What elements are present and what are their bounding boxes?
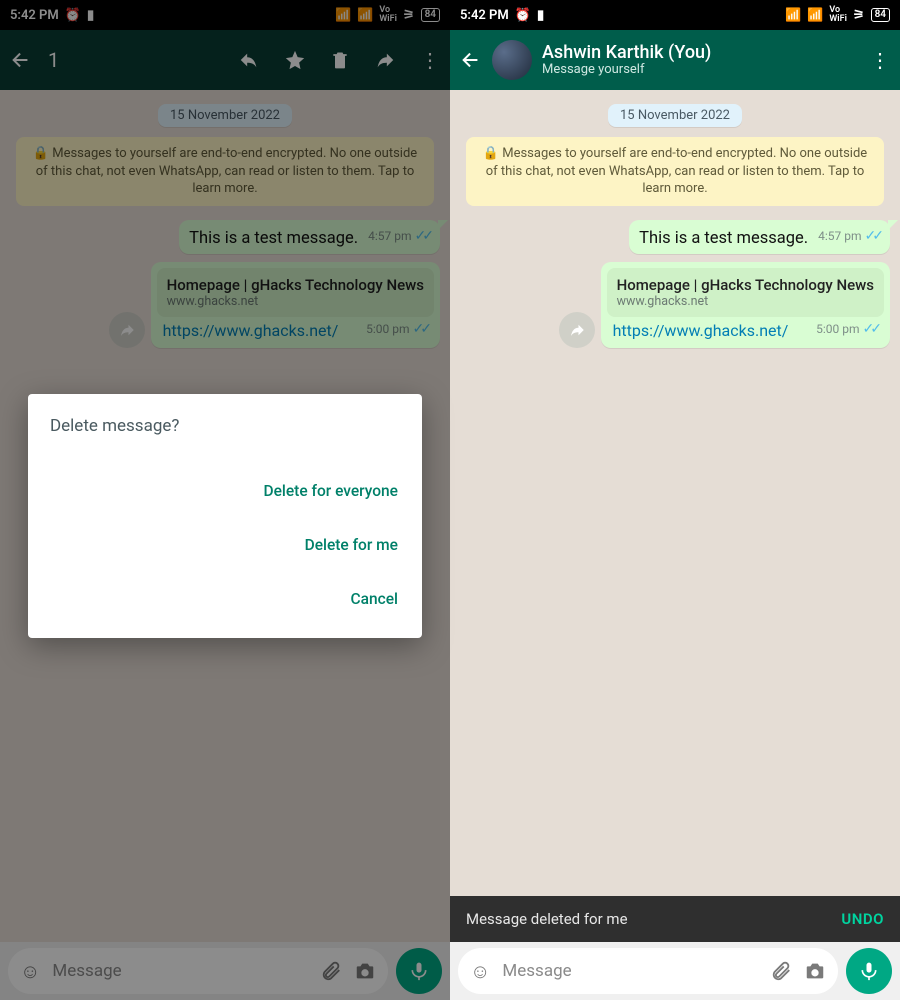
alarm-icon: ⏰ [515, 8, 531, 23]
vowifi-icon: VoWiFi [379, 6, 397, 24]
wifi-icon: ⚞ [853, 8, 865, 23]
input-placeholder: Message [502, 961, 758, 981]
message-time: 4:57 pm [818, 229, 861, 243]
dialog-title: Delete message? [50, 416, 400, 436]
undo-button[interactable]: UNDO [841, 910, 884, 928]
read-ticks-icon: ✓✓ [865, 228, 880, 244]
camera-icon[interactable] [804, 960, 826, 982]
attach-icon[interactable] [320, 960, 342, 982]
status-bar: 5:42 PM ⏰ ▮ 📶 📶 VoWiFi ⚞ 84 [450, 0, 900, 30]
message-input[interactable]: ☺ Message [8, 948, 388, 994]
back-button[interactable] [10, 49, 38, 71]
message-bubble[interactable]: This is a test message. 4:57 pm ✓✓ [179, 220, 440, 254]
forward-badge-icon[interactable] [109, 312, 145, 348]
message-bubble[interactable]: Homepage | gHacks Technology News www.gh… [601, 262, 890, 348]
input-placeholder: Message [52, 961, 308, 981]
vowifi-icon: VoWiFi [829, 6, 847, 24]
delete-dialog: Delete message? Delete for everyone Dele… [28, 394, 422, 638]
message-time: 5:00 pm [816, 322, 859, 336]
snackbar-text: Message deleted for me [466, 910, 628, 928]
battery-indicator: 84 [871, 8, 890, 22]
input-bar: ☺ Message [450, 942, 900, 1000]
input-bar: ☺ Message [0, 942, 450, 1000]
date-chip: 15 November 2022 [608, 104, 742, 127]
contact-subtitle: Message yourself [542, 63, 870, 77]
date-chip: 15 November 2022 [158, 104, 292, 127]
link-preview[interactable]: Homepage | gHacks Technology News www.gh… [607, 268, 884, 317]
avatar[interactable] [492, 40, 532, 80]
selection-app-bar: 1 ⋮ [0, 30, 450, 90]
wifi-icon: ⚞ [403, 8, 415, 23]
more-icon[interactable]: ⋮ [420, 48, 440, 72]
camera-icon[interactable] [354, 960, 376, 982]
message-text: This is a test message. [189, 229, 358, 248]
signal-icon: 📶 [357, 8, 373, 23]
status-bar: 5:42 PM ⏰ ▮ 📶 📶 VoWiFi ⚞ 84 [0, 0, 450, 30]
read-ticks-icon: ✓✓ [415, 228, 430, 244]
clock-time: 5:42 PM [10, 8, 59, 23]
encryption-banner[interactable]: 🔒 Messages to yourself are end-to-end en… [16, 137, 434, 206]
signal-icon: 📶 [785, 8, 801, 23]
attach-icon[interactable] [770, 960, 792, 982]
message-link[interactable]: https://www.ghacks.net/ [613, 321, 789, 340]
signal-icon: 📶 [807, 8, 823, 23]
signal-icon: 📶 [335, 8, 351, 23]
link-preview-title: Homepage | gHacks Technology News [167, 276, 424, 294]
message-bubble[interactable]: This is a test message. 4:57 pm ✓✓ [629, 220, 890, 254]
chat-app-bar: Ashwin Karthik (You) Message yourself ⋮ [450, 30, 900, 90]
selection-count: 1 [48, 48, 238, 72]
reply-icon[interactable] [238, 49, 260, 71]
battery-indicator: 84 [421, 8, 440, 22]
contact-name: Ashwin Karthik (You) [542, 43, 870, 63]
cancel-button[interactable]: Cancel [50, 572, 400, 626]
delete-for-me-button[interactable]: Delete for me [50, 518, 400, 572]
forward-badge-icon[interactable] [559, 312, 595, 348]
back-button[interactable] [460, 49, 488, 71]
charging-icon: ▮ [537, 8, 544, 23]
forward-icon[interactable] [374, 49, 396, 71]
alarm-icon: ⏰ [65, 8, 81, 23]
link-preview[interactable]: Homepage | gHacks Technology News www.gh… [157, 268, 434, 317]
read-ticks-icon: ✓✓ [863, 321, 878, 337]
message-time: 4:57 pm [368, 229, 411, 243]
clock-time: 5:42 PM [460, 8, 509, 23]
emoji-icon[interactable]: ☺ [20, 959, 40, 984]
message-link[interactable]: https://www.ghacks.net/ [163, 321, 339, 340]
star-icon[interactable] [284, 49, 306, 71]
message-bubble[interactable]: Homepage | gHacks Technology News www.gh… [151, 262, 440, 348]
chat-title-area[interactable]: Ashwin Karthik (You) Message yourself [542, 43, 870, 77]
message-text: This is a test message. [639, 229, 808, 248]
charging-icon: ▮ [87, 8, 94, 23]
delete-for-everyone-button[interactable]: Delete for everyone [50, 464, 400, 518]
read-ticks-icon: ✓✓ [413, 321, 428, 337]
encryption-banner[interactable]: 🔒 Messages to yourself are end-to-end en… [466, 137, 884, 206]
message-time: 5:00 pm [366, 322, 409, 336]
mic-button[interactable] [396, 948, 442, 994]
link-preview-title: Homepage | gHacks Technology News [617, 276, 874, 294]
more-icon[interactable]: ⋮ [870, 48, 890, 72]
mic-button[interactable] [846, 948, 892, 994]
delete-icon[interactable] [330, 49, 350, 71]
chat-area: 15 November 2022 🔒 Messages to yourself … [450, 90, 900, 1000]
emoji-icon[interactable]: ☺ [470, 959, 490, 984]
message-input[interactable]: ☺ Message [458, 948, 838, 994]
link-preview-domain: www.ghacks.net [167, 294, 424, 309]
link-preview-domain: www.ghacks.net [617, 294, 874, 309]
snackbar: Message deleted for me UNDO [450, 896, 900, 942]
